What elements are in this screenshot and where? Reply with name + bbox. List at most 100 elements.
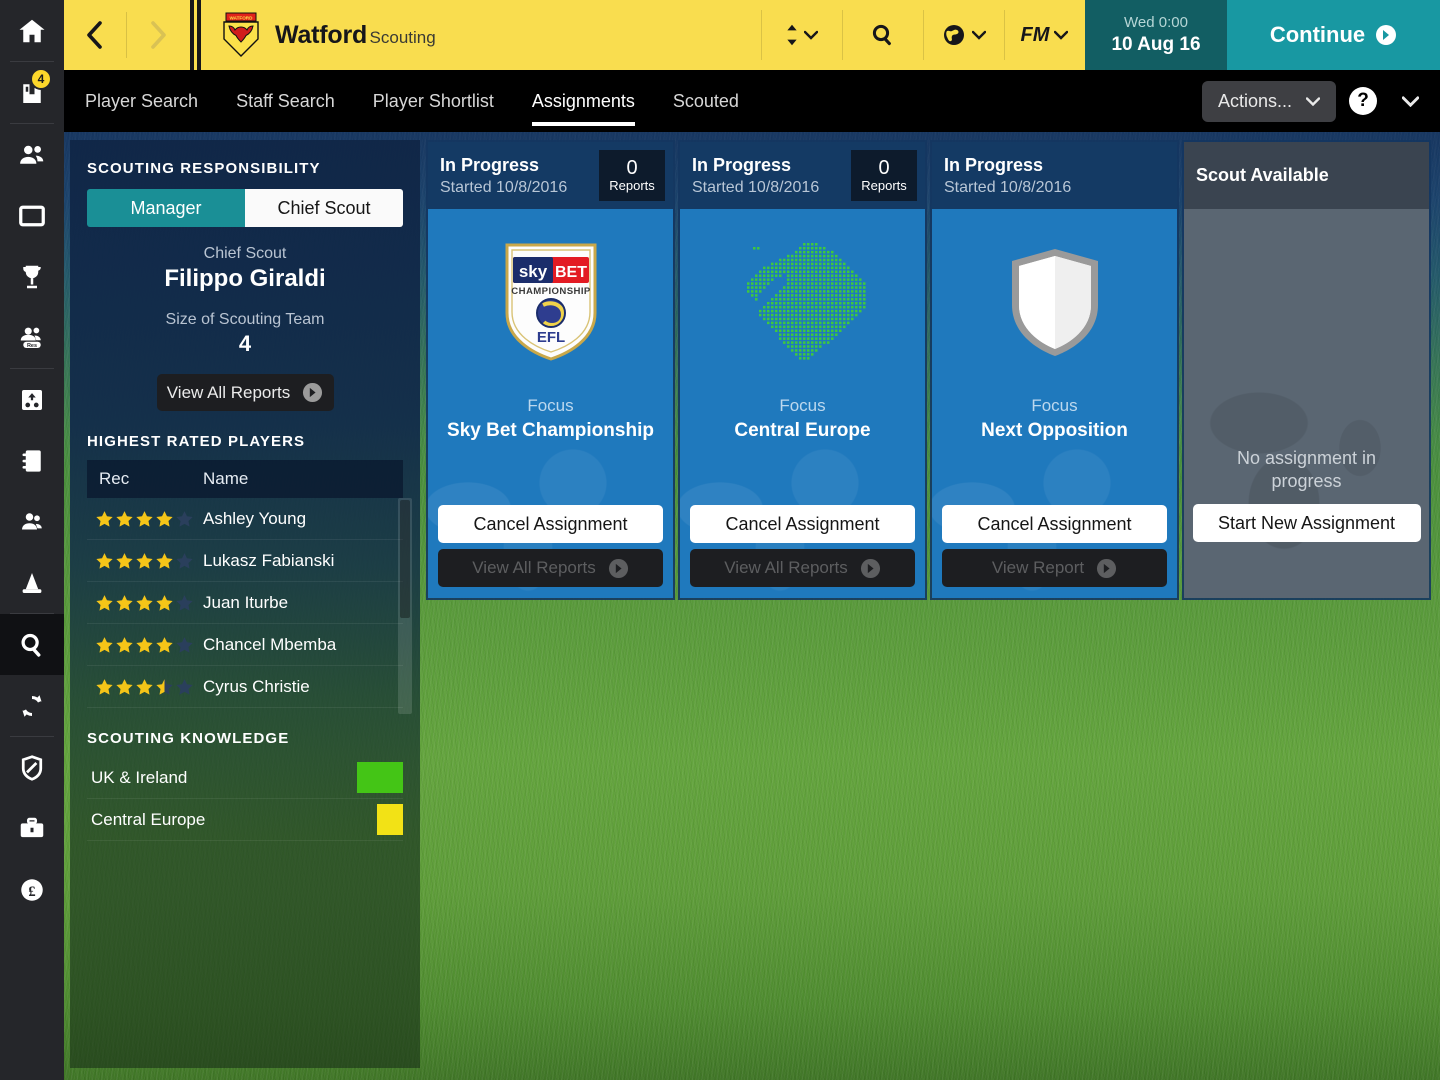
table-row[interactable]: Cyrus Christie [87,666,403,708]
reports-count: 0 [626,157,638,180]
table-row[interactable]: Juan Iturbe [87,582,403,624]
tab-scouted[interactable]: Scouted [654,70,758,132]
svg-text:sky: sky [518,262,547,281]
rail-item-schedule[interactable] [0,430,64,491]
rail-item-scouting[interactable] [0,614,64,675]
tab-label: Player Search [85,90,199,111]
assignment-card-actions: Cancel Assignment View All Reports [680,505,925,598]
more-options-button[interactable] [1390,81,1430,122]
medical-icon [22,512,42,529]
view-report-label: View Report [991,558,1085,577]
actions-button[interactable]: Actions... [1201,80,1336,122]
rail-item-staff[interactable] [0,798,64,859]
assignment-card-header: In Progress Started 10/8/2016 [932,142,1177,209]
rail-item-finances[interactable]: £ [0,859,64,920]
top-bar: WATFORD Watford Scouting FM Wed 0:00 10 … [64,0,1440,70]
focus-value: Next Opposition [981,420,1128,441]
rail-item-training[interactable] [0,369,64,430]
assignment-artwork [932,209,1177,394]
knowledge-bar [377,804,403,835]
date-day: Wed 0:00 [1124,13,1188,31]
forward-button[interactable] [126,0,188,70]
cancel-assignment-button[interactable]: Cancel Assignment [690,505,915,543]
chief-scout-name: Filippo Giraldi [164,265,326,292]
cancel-assignment-button[interactable]: Cancel Assignment [438,505,663,543]
rail-item-squad[interactable] [0,124,64,185]
assignment-card-body: Focus Next Opposition Cancel Assignment … [932,209,1177,598]
tab-staff-search[interactable]: Staff Search [217,70,354,132]
rail-item-inbox[interactable]: 4 [0,62,64,123]
chief-scout-label: Chief Scout [203,245,287,262]
player-rating [87,594,203,612]
knowledge-row: UK & Ireland [87,757,403,799]
scout-available-body: No assignment in progress Start New Assi… [1184,209,1429,598]
assignments-cards: In Progress Started 10/8/2016 0 Reports … [426,140,1431,600]
training-icon [22,389,42,410]
assignment-card-body: sky BET CHAMPIONSHIP EFL Focus Sky Bet C… [428,209,673,598]
player-rating [87,552,203,570]
search-button[interactable] [842,0,923,70]
svg-text:BET: BET [555,264,587,281]
view-report-button[interactable]: View Report [942,549,1167,587]
club-header[interactable]: WATFORD Watford Scouting [206,0,761,70]
selector-button[interactable] [761,0,842,70]
view-all-reports-button[interactable]: View All Reports [156,374,334,411]
back-button[interactable] [64,0,126,70]
segment-manager[interactable]: Manager [87,189,245,227]
continue-button[interactable]: Continue [1227,0,1440,70]
assignment-card: In Progress Started 10/8/2016 0 Reports … [426,140,675,600]
column-header-name: Name [203,469,249,488]
scouting-responsibility-title: SCOUTING RESPONSIBILITY [87,160,321,177]
table-row[interactable]: Ashley Young [87,498,403,540]
assignment-artwork [680,209,925,394]
rail-item-transfers[interactable] [0,675,64,736]
people-icon [20,145,44,164]
rail-item-home[interactable] [0,0,64,61]
fm-menu-button[interactable]: FM [1004,0,1085,70]
svg-text:WATFORD: WATFORD [230,15,254,20]
left-icon-rail: 4 Res £ [0,0,64,1080]
svg-text:£: £ [28,883,35,899]
club-name: Watford [275,20,368,49]
rail-item-tactics[interactable] [0,185,64,246]
assignment-started: Started 10/8/2016 [692,178,820,196]
tab-assignments[interactable]: Assignments [513,70,654,132]
tab-player-search[interactable]: Player Search [66,70,217,132]
assignment-card-body: Focus Central Europe Cancel Assignment V… [680,209,925,598]
rail-item-development[interactable] [0,552,64,613]
tab-bar-right: Actions... ? [1201,80,1440,122]
player-name: Ashley Young [203,508,307,528]
highest-rated-players-table: Rec Name Ashley Young Lukasz Fabianski J… [87,460,412,714]
scouting-team-size: Size of Scouting Team 4 [70,311,420,357]
tab-label: Scouted [672,90,739,111]
up-down-selector-icon [787,24,797,46]
view-reports-label: View All Reports [472,558,596,577]
cancel-assignment-button[interactable]: Cancel Assignment [942,505,1167,543]
globe-icon [944,25,964,45]
tab-player-shortlist[interactable]: Player Shortlist [354,70,513,132]
view-all-reports-button[interactable]: View All Reports [690,549,915,587]
pound-icon: £ [21,878,43,901]
svg-text:EFL: EFL [536,329,564,346]
start-new-assignment-button[interactable]: Start New Assignment [1192,504,1421,542]
view-all-reports-button[interactable]: View All Reports [438,549,663,587]
players-scrollbar[interactable] [398,498,412,714]
table-row[interactable]: Lukasz Fabianski [87,540,403,582]
inbox-badge: 4 [30,68,52,90]
table-row[interactable]: Chancel Mbemba [87,624,403,666]
column-header-rec: Rec [99,469,130,488]
help-button[interactable]: ? [1340,81,1386,122]
focus-value: Central Europe [734,420,871,441]
date-display: Wed 0:00 10 Aug 16 [1085,0,1227,70]
players-scrollbar-thumb[interactable] [400,500,410,618]
notebook-icon [22,449,41,472]
rail-item-club-info[interactable] [0,737,64,798]
world-button[interactable] [923,0,1004,70]
help-icon: ? [1349,87,1377,115]
rail-item-reserves[interactable]: Res [0,307,64,368]
segment-chief-scout[interactable]: Chief Scout [245,189,403,227]
rail-item-medical[interactable] [0,491,64,552]
rail-item-competitions[interactable] [0,246,64,307]
reports-badge: 0 Reports [851,150,917,201]
europe-map-icon [746,242,865,360]
